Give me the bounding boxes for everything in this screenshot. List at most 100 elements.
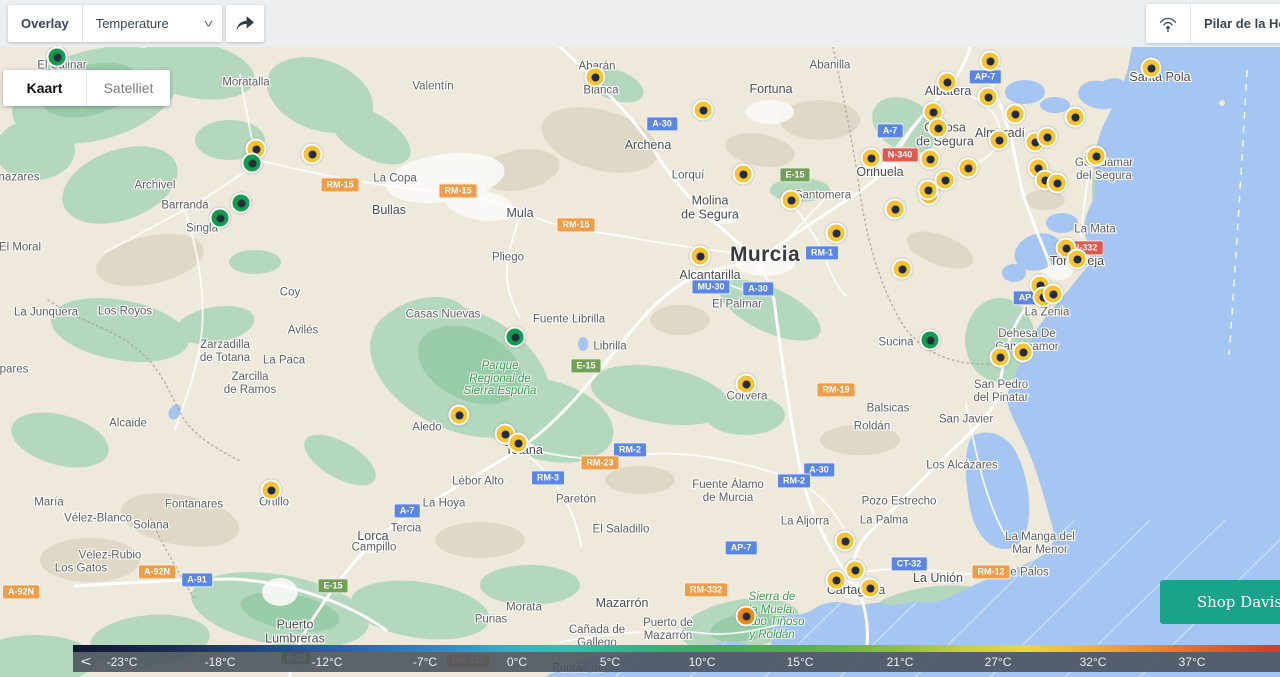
map[interactable]: El SalinarMoratallaValentínAbaránBlancaA…: [0, 0, 1280, 677]
station-marker-dot: [53, 53, 61, 61]
station-marker[interactable]: [505, 327, 526, 348]
map-town-label: Valentín: [412, 80, 453, 93]
station-marker[interactable]: [845, 560, 866, 581]
station-marker[interactable]: [958, 158, 979, 179]
station-marker[interactable]: [693, 100, 714, 121]
road-badge: CT-32: [891, 556, 928, 571]
map-type-satellite-button[interactable]: Satelliet: [87, 70, 170, 106]
map-town-label: Lébor Alto: [452, 475, 504, 488]
station-marker[interactable]: [1037, 127, 1058, 148]
map-town-label: Mazarrón: [596, 596, 649, 610]
road-badge: E-15: [317, 578, 348, 593]
station-marker[interactable]: [1005, 104, 1026, 125]
road-badge: A-92N: [2, 584, 40, 599]
station-marker[interactable]: [690, 246, 711, 267]
station-marker[interactable]: [920, 330, 941, 351]
station-marker[interactable]: [231, 193, 252, 214]
station-marker-dot: [929, 108, 937, 116]
shop-davis-button[interactable]: Shop Davis Pro: [1160, 580, 1280, 624]
map-town-label: María: [34, 496, 63, 509]
map-town-label: La Paca: [263, 354, 305, 367]
temperature-scale-label: 32°C: [1080, 652, 1107, 672]
station-marker[interactable]: [1043, 284, 1064, 305]
station-marker[interactable]: [826, 223, 847, 244]
station-marker[interactable]: [736, 374, 757, 395]
station-marker-dot: [699, 106, 707, 114]
map-town-label: Avilés: [288, 324, 318, 337]
road-badge: RM-1: [805, 245, 839, 260]
station-marker[interactable]: [508, 433, 529, 454]
map-town-label: Puerto deMazarrón: [643, 617, 693, 643]
station-marker-dot: [742, 380, 750, 388]
station-marker-dot: [511, 333, 519, 341]
station-marker[interactable]: [302, 144, 323, 165]
map-type-control: Kaart Satelliet: [3, 70, 170, 106]
station-marker[interactable]: [978, 87, 999, 108]
station-marker[interactable]: [990, 347, 1011, 368]
station-marker-dot: [841, 537, 849, 545]
share-button[interactable]: [226, 5, 264, 42]
station-marker-dot: [1053, 179, 1061, 187]
road-badge: RM-19: [816, 382, 855, 397]
temperature-scale-label: -23°C: [107, 652, 138, 672]
station-marker-dot: [996, 353, 1004, 361]
station-marker[interactable]: [918, 180, 939, 201]
overlay-dropdown[interactable]: Temperature ˅: [83, 5, 222, 42]
station-marker[interactable]: [826, 570, 847, 591]
map-town-label: Barranda: [161, 199, 208, 212]
map-town-label: Solana: [133, 519, 169, 532]
station-marker-dot: [455, 411, 463, 419]
station-marker[interactable]: [1086, 146, 1107, 167]
map-town-label: Roldán: [854, 420, 890, 433]
station-marker[interactable]: [1141, 58, 1162, 79]
map-type-map-button[interactable]: Kaart: [3, 70, 86, 106]
station-marker[interactable]: [892, 259, 913, 280]
road-badge: A-30: [646, 116, 678, 131]
station-marker[interactable]: [860, 578, 881, 599]
scale-back-chevron-icon[interactable]: <: [81, 654, 92, 668]
station-marker-dot: [964, 164, 972, 172]
map-town-label: Murcia: [730, 243, 800, 267]
station-marker[interactable]: [885, 199, 906, 220]
station-marker-dot: [1071, 113, 1079, 121]
station-marker-dot: [1147, 64, 1155, 72]
map-town-label: La Palma: [860, 514, 909, 527]
station-marker[interactable]: [835, 531, 856, 552]
road-badge: RM-332: [684, 582, 728, 597]
station-marker[interactable]: [861, 148, 882, 169]
station-marker[interactable]: [1067, 249, 1088, 270]
station-marker[interactable]: [1047, 173, 1068, 194]
map-town-label: Tercia: [391, 522, 422, 535]
station-marker[interactable]: [781, 190, 802, 211]
station-panel[interactable]: Pilar de la Hora: [1146, 4, 1280, 43]
station-marker[interactable]: [989, 130, 1010, 151]
station-marker[interactable]: [937, 72, 958, 93]
station-marker-dot: [787, 196, 795, 204]
station-marker[interactable]: [928, 118, 949, 139]
station-marker[interactable]: [449, 405, 470, 426]
station-marker-dot: [926, 336, 934, 344]
station-marker[interactable]: [47, 47, 68, 68]
map-town-label: Molinade Segura: [681, 194, 739, 223]
overlay-panel: Overlay Temperature ˅: [8, 5, 222, 42]
station-marker[interactable]: [1013, 342, 1034, 363]
station-marker-dot: [926, 155, 934, 163]
road-badge: E-15: [779, 167, 810, 182]
station-marker[interactable]: [733, 164, 754, 185]
station-marker[interactable]: [242, 153, 263, 174]
map-town-label: La Zenia: [1025, 306, 1070, 319]
map-town-label: nazares: [0, 171, 39, 184]
map-town-label: Archivel: [135, 179, 176, 192]
map-town-label: Los Gatos: [55, 562, 107, 575]
station-marker[interactable]: [920, 149, 941, 170]
station-marker[interactable]: [210, 208, 231, 229]
map-town-label: Orihuela: [856, 165, 903, 179]
temperature-gradient: [73, 645, 1280, 652]
station-marker[interactable]: [736, 606, 757, 627]
station-marker[interactable]: [585, 67, 606, 88]
temperature-scale-label: 0°C: [507, 652, 527, 672]
station-marker[interactable]: [1065, 107, 1086, 128]
station-marker[interactable]: [980, 51, 1001, 72]
station-marker[interactable]: [261, 480, 282, 501]
share-icon: [235, 15, 255, 33]
